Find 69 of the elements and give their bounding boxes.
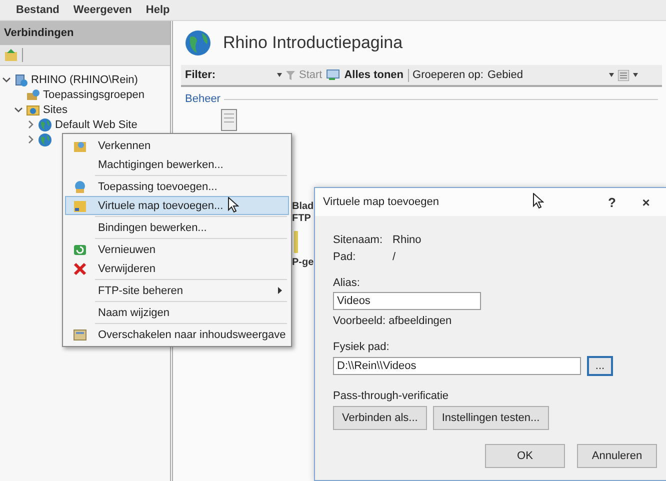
group-by-label: Groeperen op: (412, 69, 484, 81)
menu-item[interactable]: Verwijderen (65, 259, 289, 278)
feature-label: Blad (292, 201, 314, 213)
dropdown-arrow-icon[interactable] (277, 73, 282, 77)
field-value: / (392, 251, 397, 263)
menu-item[interactable]: Bindingen bewerken... (65, 218, 289, 237)
dialog-button[interactable]: OK (485, 444, 565, 468)
globe-icon (38, 132, 52, 146)
menu-item[interactable]: Machtigingen bewerken... (65, 155, 289, 174)
field-label: Alias: (333, 277, 361, 289)
collapse-chevron-icon[interactable] (14, 105, 23, 114)
dialog-button[interactable]: Verbinden als... (333, 406, 427, 430)
feature-label: P-ge (292, 257, 314, 269)
page-title: Rhino Introductiepagina (223, 33, 403, 53)
view-icon[interactable] (618, 70, 630, 80)
filter-label: Filter: (185, 69, 217, 81)
filter-icon (286, 70, 295, 80)
dialog-title: Virtuele map toevoegen (323, 196, 439, 208)
menu-item[interactable]: Overschakelen naar inhoudsweergave (65, 325, 289, 344)
menu-item[interactable]: Toepassing toevoegen... (65, 177, 289, 196)
section-label: Pass-through-verificatie (333, 390, 450, 402)
server-icon (14, 72, 28, 86)
menu-item[interactable]: Weergeven (67, 2, 138, 18)
expand-chevron-icon[interactable] (26, 135, 35, 144)
field-label: Fysiek pad: (333, 341, 390, 353)
menu-item[interactable]: Virtuele map toevoegen... (65, 196, 289, 215)
dropdown-arrow-icon[interactable] (609, 73, 614, 77)
panel-header: Verbindingen (0, 21, 170, 45)
folder-icon (26, 102, 40, 116)
tree-item[interactable]: Toepassingsgroepen (43, 88, 145, 100)
menu-item[interactable]: FTP-site beheren (65, 281, 289, 300)
path-input[interactable]: D:\\Rein\\Videos (333, 357, 581, 375)
document-icon[interactable] (221, 109, 237, 131)
menu-item[interactable]: Naam wijzigen (65, 303, 289, 322)
app-pools-icon (26, 88, 40, 102)
connect-icon[interactable] (4, 48, 18, 62)
field-label: Sitenaam: (333, 234, 383, 246)
globe-icon (72, 178, 88, 194)
menu-item[interactable]: Bestand (10, 2, 66, 18)
menu-item[interactable]: Verkennen (65, 136, 289, 155)
help-button[interactable]: ? (599, 194, 625, 210)
feature-label: FTP (292, 213, 311, 225)
group-by-dropdown[interactable]: Gebied (487, 69, 606, 81)
collapse-chevron-icon[interactable] (2, 75, 11, 84)
dialog-button[interactable]: Annuleren (577, 444, 657, 468)
section-header: Beheer (185, 93, 220, 105)
tree-item[interactable]: Sites (43, 104, 68, 116)
dropdown-arrow-icon[interactable] (633, 73, 638, 77)
mouse-cursor-icon (533, 193, 544, 209)
close-button[interactable]: × (633, 194, 659, 210)
tree-item[interactable]: Default Web Site (55, 118, 138, 130)
dialog-button[interactable]: Instellingen testen... (432, 406, 549, 430)
content-view-icon (72, 326, 88, 342)
browse-button[interactable]: ... (587, 356, 613, 376)
field-label: Pad: (333, 251, 357, 263)
show-all-button[interactable]: Alles tonen (344, 69, 404, 81)
menu-item[interactable]: Help (140, 2, 176, 18)
globe-icon (185, 30, 211, 56)
menu-item[interactable]: Vernieuwen (65, 240, 289, 259)
field-value: Rhino (392, 234, 422, 246)
delete-icon (72, 260, 88, 276)
monitor-icon (326, 69, 340, 81)
tree-item[interactable]: RHINO (RHINO\Rein) (31, 74, 138, 86)
globe-icon (38, 118, 52, 132)
expand-chevron-icon[interactable] (26, 120, 35, 129)
mouse-cursor-icon (228, 197, 239, 213)
alias-input[interactable]: Videos (333, 292, 481, 310)
feature-icon (294, 231, 298, 253)
hint-text: Voorbeeld: afbeeldingen (333, 315, 453, 327)
